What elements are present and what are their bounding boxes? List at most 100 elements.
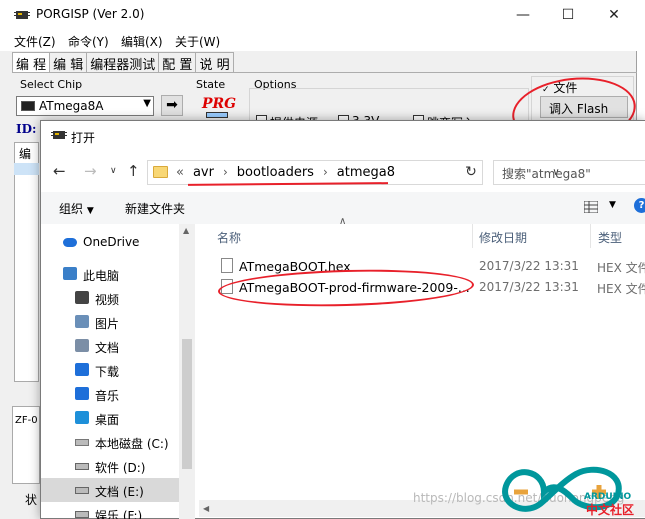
sidebar-item-label: 文档 (E:) — [95, 485, 144, 499]
tab-help[interactable]: 说 明 — [195, 52, 234, 73]
menu-command[interactable]: 命令(Y) — [68, 33, 109, 50]
sidebar-item[interactable]: 软件 (D:) — [41, 454, 179, 478]
organize-button[interactable]: 组织 ▼ — [59, 200, 94, 217]
column-name[interactable]: 名称 — [217, 229, 241, 247]
sort-ascending-icon: ∧ — [339, 216, 347, 227]
dialog-titlebar[interactable]: 打开 — [41, 121, 645, 152]
sidebar-item-label: 软件 (D:) — [95, 461, 146, 475]
caret-down-icon: ▼ — [86, 206, 94, 216]
state-label: State — [196, 78, 226, 91]
sidebar-item-label: 文档 — [95, 341, 120, 355]
sidebar-item-label: 图片 — [95, 317, 120, 331]
sidebar-item-label: OneDrive — [83, 235, 140, 249]
prg-label: PRG — [202, 96, 237, 112]
drive-icon — [75, 511, 89, 518]
file-date: 2017/3/22 13:31 — [479, 280, 579, 294]
prg-state-icon: PRG — [202, 96, 236, 122]
back-arrow-icon[interactable]: ← — [53, 162, 66, 180]
chip-value: ATmega8A — [39, 99, 104, 113]
sidebar-item-label: 下载 — [95, 365, 120, 379]
refresh-icon[interactable]: ↻ — [460, 160, 483, 185]
minimize-icon[interactable]: — — [513, 6, 533, 24]
sidebar-item-label: 桌面 — [95, 413, 120, 427]
logo-name: ARDUINO — [584, 492, 632, 502]
log-pane: ZF-0 — [12, 406, 40, 484]
sidebar-item[interactable]: 文档 (E:) — [41, 478, 179, 502]
help-icon[interactable]: ? — [634, 198, 645, 213]
breadcrumb-overflow[interactable]: « — [176, 165, 184, 180]
chevron-right-icon[interactable]: › — [323, 165, 328, 180]
column-divider[interactable] — [590, 224, 591, 248]
tab-edit[interactable]: 编 辑 — [49, 52, 88, 73]
scrollbar-thumb[interactable] — [182, 339, 192, 469]
porgisp-menubar: 文件(Z) 命令(Y) 编辑(X) 关于(W) — [0, 31, 637, 51]
sidebar-item[interactable]: OneDrive — [41, 230, 179, 254]
view-options-icon[interactable] — [584, 201, 598, 213]
column-type[interactable]: 类型 — [598, 229, 622, 247]
sidebar-item[interactable]: 此电脑 — [41, 262, 179, 286]
address-bar[interactable]: « avr › bootloaders › atmega8 — [147, 160, 483, 185]
chip-app-icon — [51, 131, 67, 139]
edit-pane-highlight — [14, 163, 39, 175]
scroll-up-icon[interactable]: ▲ — [183, 226, 189, 235]
menu-edit[interactable]: 编辑(X) — [121, 33, 163, 50]
document-icon — [75, 339, 89, 352]
sidebar-item[interactable]: 文档 — [41, 334, 179, 358]
desktop-icon — [75, 411, 89, 424]
select-chip-label: Select Chip — [20, 78, 83, 91]
drive-icon — [75, 487, 89, 494]
porgisp-tabbar: 编 程 编 辑 编程器测试 配 置 说 明 — [12, 52, 234, 73]
navigation-scrollbar[interactable]: ▲ — [179, 224, 195, 519]
id-label: ID: — [16, 122, 37, 136]
sidebar-item-label: 娱乐 (F:) — [95, 509, 143, 519]
tab-config[interactable]: 配 置 — [158, 52, 197, 73]
porgisp-title: PORGISP (Ver 2.0) — [36, 7, 145, 21]
forward-arrow-icon[interactable]: → — [84, 162, 97, 180]
chevron-down-icon: ▼ — [143, 98, 151, 109]
chip-app-icon — [14, 11, 30, 19]
status-label: 状 — [25, 493, 38, 507]
arrow-right-icon: ➡ — [166, 97, 178, 113]
breadcrumb-avr[interactable]: avr — [193, 165, 214, 180]
sidebar-item[interactable]: 本地磁盘 (C:) — [41, 430, 179, 454]
scroll-left-icon[interactable]: ◀ — [203, 504, 209, 513]
chevron-right-icon[interactable]: › — [223, 165, 228, 180]
sidebar-item[interactable]: 桌面 — [41, 406, 179, 430]
tab-program[interactable]: 编 程 — [12, 52, 51, 73]
new-folder-button[interactable]: 新建文件夹 — [125, 200, 185, 217]
chip-select[interactable]: ATmega8A ▼ — [16, 96, 154, 116]
sidebar-item[interactable]: 视频 — [41, 286, 179, 310]
log-text: ZF-0 — [15, 415, 38, 426]
search-input[interactable]: 搜索"atmega8" — [493, 160, 645, 185]
tab-programmer-test[interactable]: 编程器测试 — [86, 52, 160, 73]
video-icon — [75, 291, 89, 304]
arduino-logo: ARDUINO 中文社区 — [502, 466, 634, 517]
caret-down-icon[interactable]: ▼ — [609, 200, 616, 210]
sidebar-item[interactable]: 音乐 — [41, 382, 179, 406]
windows-drive-icon — [75, 439, 89, 446]
porgisp-titlebar[interactable]: PORGISP (Ver 2.0) — ☐ ✕ — [0, 0, 637, 31]
navigation-pane: OneDrive 此电脑 视频图片文档下载音乐桌面本地磁盘 (C:) 软件 (D:) 文… — [41, 224, 195, 519]
maximize-icon[interactable]: ☐ — [558, 6, 578, 24]
menu-file[interactable]: 文件(Z) — [14, 33, 56, 50]
picture-icon — [75, 315, 89, 328]
breadcrumb-atmega8[interactable]: atmega8 — [337, 165, 395, 180]
music-icon — [75, 387, 89, 400]
close-icon[interactable]: ✕ — [604, 6, 624, 24]
column-divider[interactable] — [472, 224, 473, 248]
file-type: HEX 文件 — [597, 282, 645, 296]
dialog-title: 打开 — [71, 131, 96, 145]
breadcrumb-bootloaders[interactable]: bootloaders — [237, 165, 314, 180]
menu-about[interactable]: 关于(W) — [175, 33, 220, 50]
sidebar-item-label: 本地磁盘 (C:) — [95, 437, 169, 451]
sidebar-item[interactable]: 娱乐 (F:) — [41, 502, 179, 519]
up-arrow-icon[interactable]: ↑ — [127, 162, 140, 180]
column-date[interactable]: 修改日期 — [479, 229, 527, 247]
recent-locations-chevron-icon[interactable]: ∨ — [110, 166, 117, 176]
chip-icon — [21, 101, 35, 111]
file-type: HEX 文件 — [597, 261, 645, 275]
sidebar-item[interactable]: 下载 — [41, 358, 179, 382]
chip-confirm-button[interactable]: ➡ — [161, 95, 183, 116]
sidebar-item[interactable]: 图片 — [41, 310, 179, 334]
drive-icon — [75, 463, 89, 470]
